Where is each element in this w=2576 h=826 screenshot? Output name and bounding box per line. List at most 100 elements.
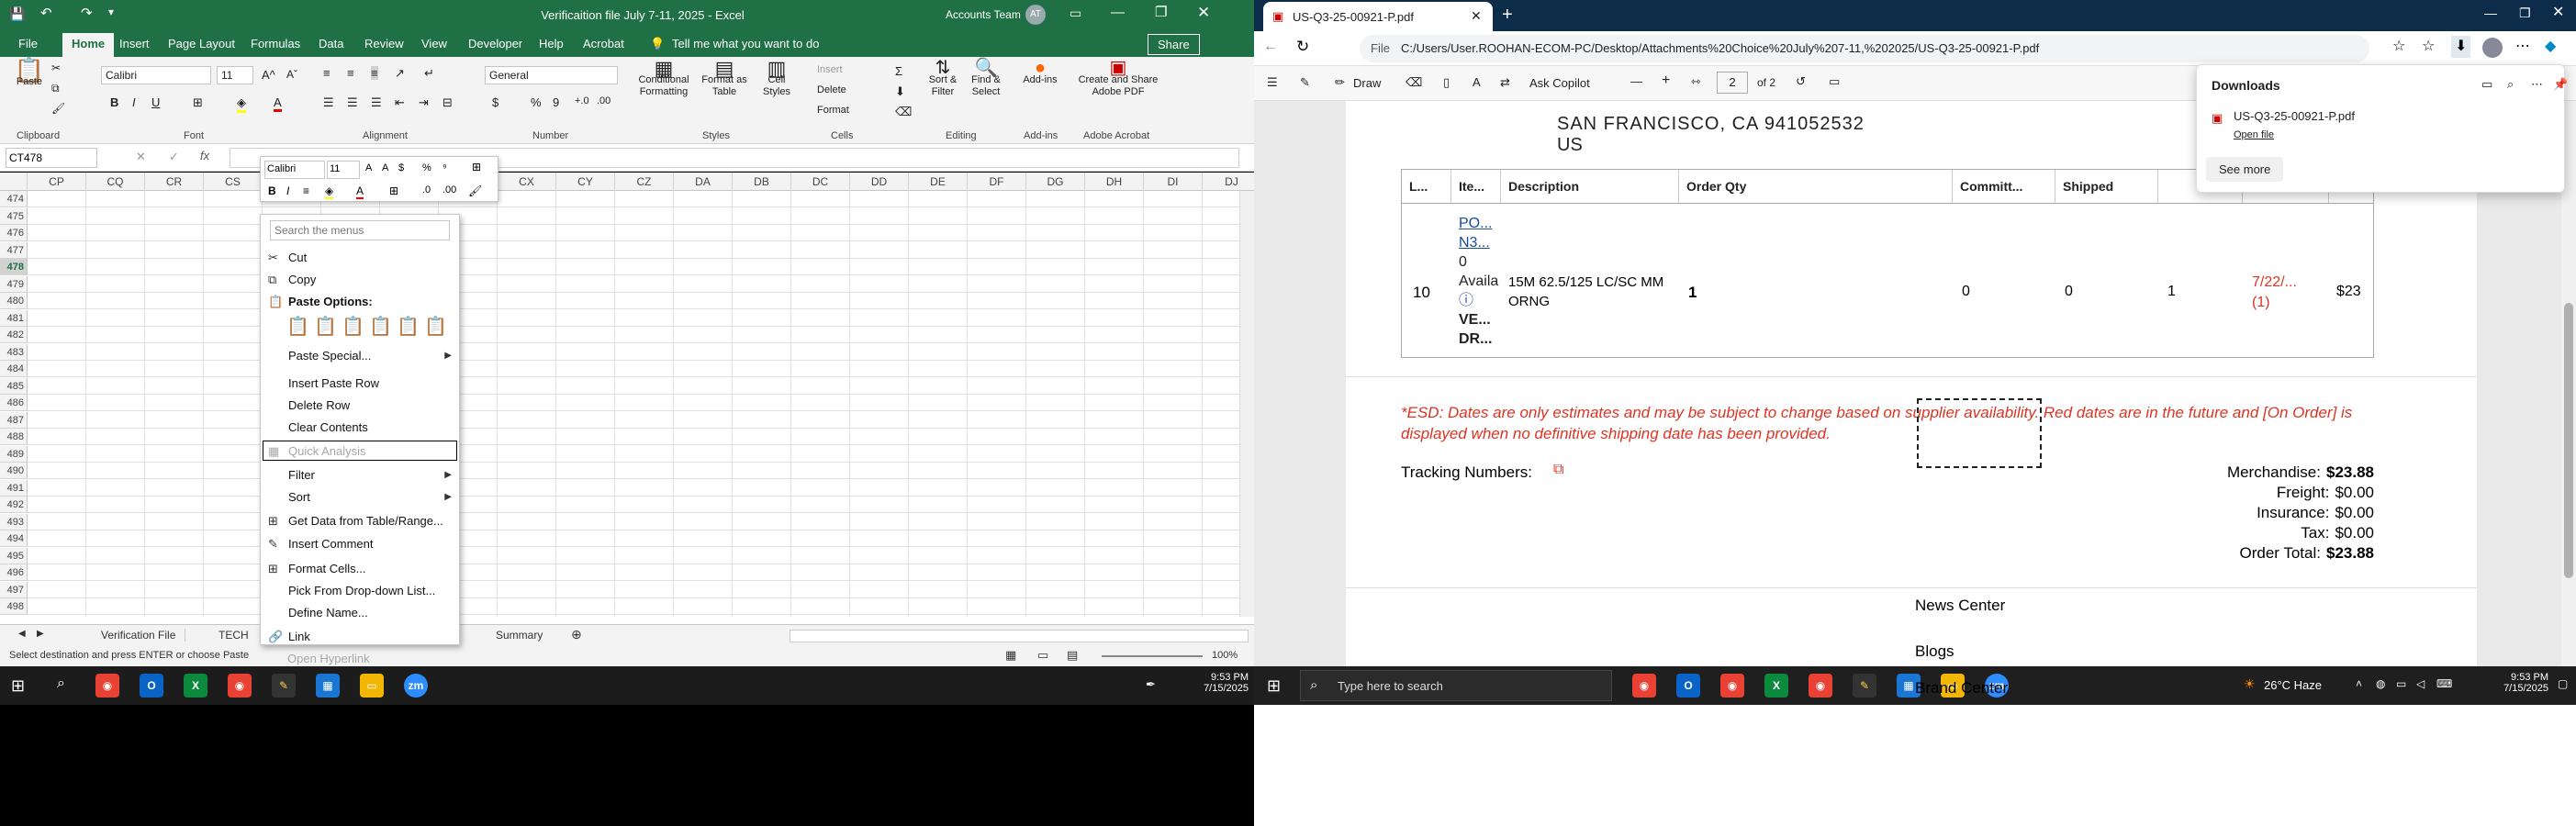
row-header[interactable]: 482 bbox=[0, 327, 28, 343]
browser-restore-icon[interactable]: ❐ bbox=[2519, 6, 2531, 19]
chrome-icon[interactable]: ◉ bbox=[95, 674, 119, 698]
column-header[interactable]: DA bbox=[674, 173, 733, 191]
mini-decimal-icon[interactable]: .0 bbox=[422, 184, 431, 195]
menu-delete-row[interactable]: Delete Row bbox=[288, 398, 350, 412]
close-icon[interactable]: ✕ bbox=[1197, 5, 1210, 20]
menu-sort[interactable]: Sort bbox=[288, 490, 310, 504]
menu-cut[interactable]: Cut bbox=[288, 251, 307, 264]
sheet-tab-tech[interactable]: TECH bbox=[209, 629, 258, 642]
insert-cells-button[interactable]: Insert bbox=[817, 64, 843, 75]
row-header[interactable]: 480 bbox=[0, 293, 28, 309]
orientation-icon[interactable]: ↗ bbox=[395, 66, 405, 81]
browser-close-icon[interactable]: ✕ bbox=[2552, 6, 2564, 20]
sheet-prev-icon[interactable]: ◀ bbox=[18, 630, 26, 639]
horizontal-scrollbar[interactable] bbox=[790, 630, 1249, 642]
zoom-slider[interactable] bbox=[1102, 655, 1203, 657]
mini-borders-icon[interactable]: ⊞ bbox=[389, 184, 398, 197]
column-header[interactable]: DC bbox=[791, 173, 850, 191]
chrome-profile-2-icon[interactable]: ◉ bbox=[1809, 674, 1832, 698]
back-icon[interactable]: ← bbox=[1263, 39, 1278, 54]
mini-fill-icon[interactable]: ◈ bbox=[325, 184, 334, 199]
menu-filter[interactable]: Filter bbox=[288, 468, 315, 482]
row-header[interactable]: 478 bbox=[0, 259, 28, 275]
mini-shrink-font-icon[interactable]: A bbox=[382, 162, 388, 173]
sort-filter-button[interactable]: ⇅ Sort & Filter bbox=[923, 59, 963, 98]
borders-icon[interactable]: ⊞ bbox=[193, 95, 203, 110]
column-header[interactable]: CQ bbox=[86, 173, 145, 191]
mini-size-box[interactable]: 11 bbox=[327, 161, 360, 179]
row-header[interactable]: 490 bbox=[0, 463, 28, 479]
favorite-icon[interactable]: ☆ bbox=[2392, 39, 2405, 54]
cut-icon[interactable]: ✂ bbox=[51, 62, 61, 73]
paste-button[interactable]: 📋 Paste bbox=[11, 58, 48, 88]
merge-center-icon[interactable]: ⊟ bbox=[442, 95, 453, 110]
select-all-corner[interactable] bbox=[0, 173, 28, 191]
column-header[interactable]: DJ bbox=[1203, 173, 1254, 191]
wrap-text-icon[interactable]: ↵ bbox=[424, 66, 434, 81]
menu-pick-from-list[interactable]: Pick From Drop-down List... bbox=[288, 584, 435, 597]
column-header[interactable]: DG bbox=[1026, 173, 1085, 191]
column-header[interactable]: CY bbox=[556, 173, 615, 191]
increase-decimal-icon[interactable]: +.0 bbox=[575, 95, 589, 106]
mini-bold-icon[interactable]: B bbox=[268, 184, 276, 197]
outlook-icon[interactable]: O bbox=[140, 674, 163, 698]
row-header[interactable]: 481 bbox=[0, 309, 28, 327]
view-icon[interactable]: ▯ bbox=[1443, 76, 1450, 88]
tab-help[interactable]: Help bbox=[539, 37, 564, 50]
align-left-icon[interactable]: ☰ bbox=[323, 95, 334, 110]
column-header[interactable]: CX bbox=[498, 173, 556, 191]
redo-icon[interactable]: ↷ bbox=[81, 6, 93, 20]
normal-view-icon[interactable]: ▦ bbox=[1005, 649, 1016, 661]
paste-formulas-icon[interactable]: 📋 bbox=[342, 318, 364, 336]
tab-file[interactable]: File bbox=[18, 37, 38, 50]
save-icon[interactable]: 💾 bbox=[9, 7, 25, 20]
ribbon-display-icon[interactable]: ▭ bbox=[1070, 6, 1081, 19]
page-number-input[interactable]: 2 bbox=[1717, 72, 1748, 94]
menu-link[interactable]: Link bbox=[288, 630, 310, 643]
chrome-icon[interactable]: ◉ bbox=[1632, 674, 1656, 698]
font-size-box[interactable]: 11 bbox=[217, 66, 253, 84]
row-header[interactable]: 487 bbox=[0, 411, 28, 429]
mini-percent-icon[interactable]: % bbox=[422, 162, 431, 173]
comma-icon[interactable]: 9 bbox=[553, 95, 559, 109]
delete-cells-button[interactable]: Delete bbox=[817, 84, 846, 95]
footer-blogs[interactable]: Blogs bbox=[1915, 642, 1954, 661]
favorites-bar-icon[interactable]: ☆ bbox=[2422, 39, 2435, 54]
accounting-format-icon[interactable]: $ bbox=[492, 95, 498, 109]
vertical-scrollbar[interactable] bbox=[1239, 191, 1254, 617]
mini-font-box[interactable]: Calibri bbox=[264, 161, 325, 179]
row-header[interactable]: 476 bbox=[0, 225, 28, 241]
format-painter-icon[interactable]: 🖌 bbox=[51, 103, 65, 114]
column-header[interactable]: CR bbox=[145, 173, 204, 191]
tab-insert[interactable]: Insert bbox=[119, 37, 150, 50]
row-header[interactable]: 474 bbox=[0, 191, 28, 207]
tray-chevron-icon[interactable]: ˄ bbox=[2356, 678, 2362, 689]
column-header[interactable]: DI bbox=[1144, 173, 1203, 191]
paste-link-icon[interactable]: 📋 bbox=[424, 318, 447, 336]
right-start-icon[interactable]: ⊞ bbox=[1267, 677, 1281, 694]
tab-data[interactable]: Data bbox=[319, 37, 343, 50]
paste-values-icon[interactable]: 📋 bbox=[314, 318, 337, 336]
menu-format-cells[interactable]: Format Cells... bbox=[288, 562, 366, 575]
tab-home[interactable]: Home bbox=[62, 33, 115, 58]
mini-format-painter-icon[interactable]: 🖌 bbox=[468, 184, 482, 197]
draw-icon[interactable]: ✏ bbox=[1335, 76, 1345, 88]
menu-quick-analysis[interactable]: Quick Analysis bbox=[288, 444, 366, 458]
mini-grow-font-icon[interactable]: A bbox=[365, 162, 372, 173]
underline-icon[interactable]: U bbox=[151, 95, 160, 109]
zoom-app-icon[interactable]: zm bbox=[404, 674, 428, 698]
format-as-table-button[interactable]: ▤ Format as Table bbox=[698, 59, 751, 98]
download-filename[interactable]: US-Q3-25-00921-P.pdf bbox=[2234, 109, 2355, 123]
downloads-icon[interactable]: ⬇ bbox=[2451, 36, 2471, 58]
row-header[interactable]: 483 bbox=[0, 343, 28, 361]
row-header[interactable]: 494 bbox=[0, 530, 28, 547]
open-file-link[interactable]: Open file bbox=[2234, 129, 2274, 140]
bold-icon[interactable]: B bbox=[110, 95, 118, 109]
translate-icon[interactable]: ⇄ bbox=[1500, 76, 1510, 88]
mini-comma-icon[interactable]: ⁹ bbox=[442, 162, 447, 173]
row-header[interactable]: 488 bbox=[0, 429, 28, 445]
menu-search-input[interactable]: Search the menus bbox=[270, 220, 450, 240]
see-more-button[interactable]: See more bbox=[2206, 157, 2284, 182]
sheet-tab-verification[interactable]: Verification File bbox=[92, 629, 186, 642]
sheet-tab-summary[interactable]: Summary bbox=[487, 629, 552, 642]
